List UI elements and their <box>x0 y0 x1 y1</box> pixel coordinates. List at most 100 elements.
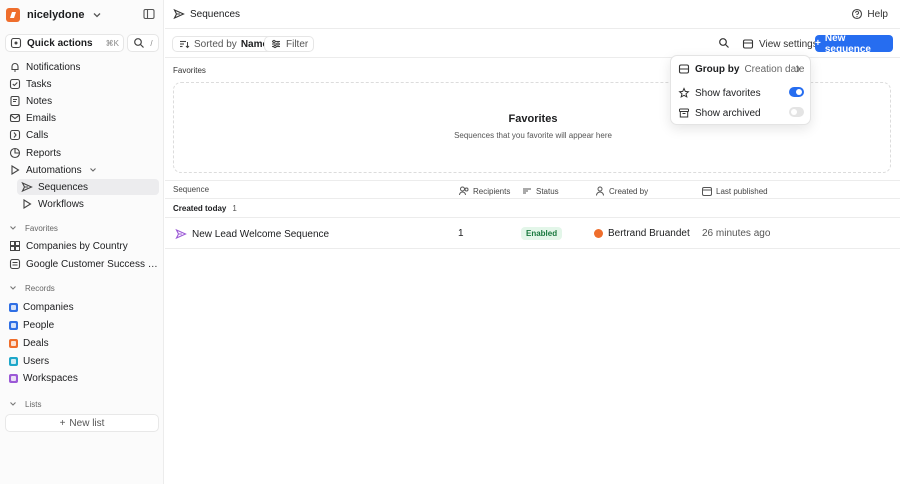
nav-notifications[interactable]: Notifications <box>5 59 159 75</box>
help-label: Help <box>867 8 888 20</box>
chevron-down-icon <box>7 222 19 234</box>
lists-section-header[interactable]: Lists <box>7 398 41 410</box>
check-square-icon <box>9 78 21 90</box>
nav-label: Tasks <box>26 78 52 90</box>
top-bar: Sequences Help <box>165 0 900 29</box>
sort-icon <box>178 38 190 50</box>
nav-automations[interactable]: Automations <box>5 162 159 178</box>
group-by-item[interactable]: Group by Creation date <box>677 60 806 78</box>
column-sequence[interactable]: Sequence <box>173 185 209 194</box>
send-icon <box>175 228 187 240</box>
favorite-label: Google Customer Success & Part… <box>26 258 159 270</box>
table-row[interactable]: New Lead Welcome Sequence 1 Enabled Bert… <box>165 218 900 249</box>
nav-notes[interactable]: Notes <box>5 93 159 109</box>
record-users[interactable]: Users <box>5 353 159 369</box>
show-archived-item[interactable]: Show archived <box>677 104 806 122</box>
sort-button[interactable]: Sorted by Name <box>172 36 275 52</box>
favorite-item[interactable]: Companies by Country <box>5 238 159 254</box>
group-icon <box>678 63 690 75</box>
nav-label: Reports <box>26 147 62 159</box>
record-label: Companies <box>23 301 74 313</box>
favorite-item[interactable]: Google Customer Success & Part… <box>5 256 159 272</box>
nav-label: Emails <box>26 112 57 124</box>
sidebar: nicelydone Quick actions ⌘K / Notificati… <box>0 0 164 484</box>
quick-actions-icon <box>10 37 22 49</box>
deal-icon <box>9 338 18 348</box>
sidebar-search-button[interactable]: / <box>127 34 159 52</box>
person-icon <box>9 320 18 330</box>
column-recipients[interactable]: Recipients <box>458 185 510 197</box>
nav-label: Notifications <box>26 61 81 73</box>
column-label: Status <box>536 186 559 196</box>
nav-label: Automations <box>26 164 82 176</box>
column-status[interactable]: Status <box>521 185 559 197</box>
main-content: Sequences Help Sorted by Name Filter Vie… <box>165 0 900 484</box>
filter-label: Filter <box>286 38 309 50</box>
sequence-cell[interactable]: New Lead Welcome Sequence <box>175 228 329 240</box>
creator-name: Bertrand Bruandet <box>608 228 690 239</box>
nav-workflows[interactable]: Workflows <box>17 196 159 212</box>
record-deals[interactable]: Deals <box>5 335 159 351</box>
show-favorites-label: Show favorites <box>695 87 761 99</box>
record-workspaces[interactable]: Workspaces <box>5 370 159 386</box>
view-settings-button[interactable]: View settings <box>739 36 821 52</box>
favorite-label: Companies by Country <box>26 240 128 252</box>
sidebar-toggle-icon[interactable] <box>143 8 155 20</box>
play-icon <box>21 198 33 210</box>
user-icon <box>9 356 18 366</box>
section-label: Records <box>25 283 55 293</box>
plus-icon: + <box>815 38 821 49</box>
records-section-header[interactable]: Records <box>7 282 55 294</box>
group-header[interactable]: Created today 1 <box>165 199 900 218</box>
recipients-cell: 1 <box>458 228 464 239</box>
record-people[interactable]: People <box>5 317 159 333</box>
section-label: Favorites <box>25 223 58 233</box>
nav-calls[interactable]: Calls <box>5 127 159 143</box>
workspace-icon <box>9 373 18 383</box>
column-last-published[interactable]: Last published <box>701 185 768 197</box>
created-by-cell: Bertrand Bruandet <box>594 228 690 239</box>
column-label: Created by <box>609 186 649 196</box>
view-settings-label: View settings <box>759 38 818 50</box>
record-label: Deals <box>23 337 49 349</box>
group-by-label: Group by <box>695 63 740 75</box>
view-icon <box>742 38 754 50</box>
new-list-label: New list <box>69 417 105 429</box>
star-icon <box>678 87 690 99</box>
record-companies[interactable]: Companies <box>5 299 159 315</box>
send-icon <box>173 8 185 20</box>
quick-actions-button[interactable]: Quick actions ⌘K <box>5 34 124 52</box>
show-favorites-item[interactable]: Show favorites <box>677 84 806 102</box>
sequence-name: New Lead Welcome Sequence <box>192 228 330 240</box>
nav-tasks[interactable]: Tasks <box>5 76 159 92</box>
help-button[interactable]: Help <box>851 8 888 20</box>
workspace-logo-icon <box>6 8 20 22</box>
favorites-section-header[interactable]: Favorites <box>7 222 58 234</box>
avatar <box>594 229 603 238</box>
nav-sequences[interactable]: Sequences <box>17 179 159 195</box>
users-icon <box>458 185 470 197</box>
nav-emails[interactable]: Emails <box>5 110 159 126</box>
workspace-switcher[interactable]: nicelydone <box>6 6 103 24</box>
new-sequence-label: New sequence <box>824 32 871 55</box>
record-label: Users <box>23 355 50 367</box>
show-favorites-toggle[interactable] <box>789 87 804 97</box>
phone-icon <box>9 129 21 141</box>
new-sequence-button[interactable]: + New sequence <box>815 32 893 55</box>
sort-prefix: Sorted by <box>194 38 237 50</box>
show-archived-label: Show archived <box>695 107 761 119</box>
search-icon[interactable] <box>718 37 732 51</box>
column-created-by[interactable]: Created by <box>594 185 648 197</box>
nav-label: Sequences <box>38 181 89 193</box>
building-icon <box>9 302 18 312</box>
chevron-down-icon <box>87 164 99 176</box>
nav-reports[interactable]: Reports <box>5 145 159 161</box>
archive-icon <box>678 107 690 119</box>
grid-icon <box>9 240 21 252</box>
filter-button[interactable]: Filter <box>264 36 315 52</box>
show-archived-toggle[interactable] <box>789 107 804 117</box>
quick-actions-shortcut: ⌘K <box>105 38 119 48</box>
note-icon <box>9 95 21 107</box>
person-icon <box>594 185 606 197</box>
new-list-button[interactable]: + New list <box>5 414 159 432</box>
